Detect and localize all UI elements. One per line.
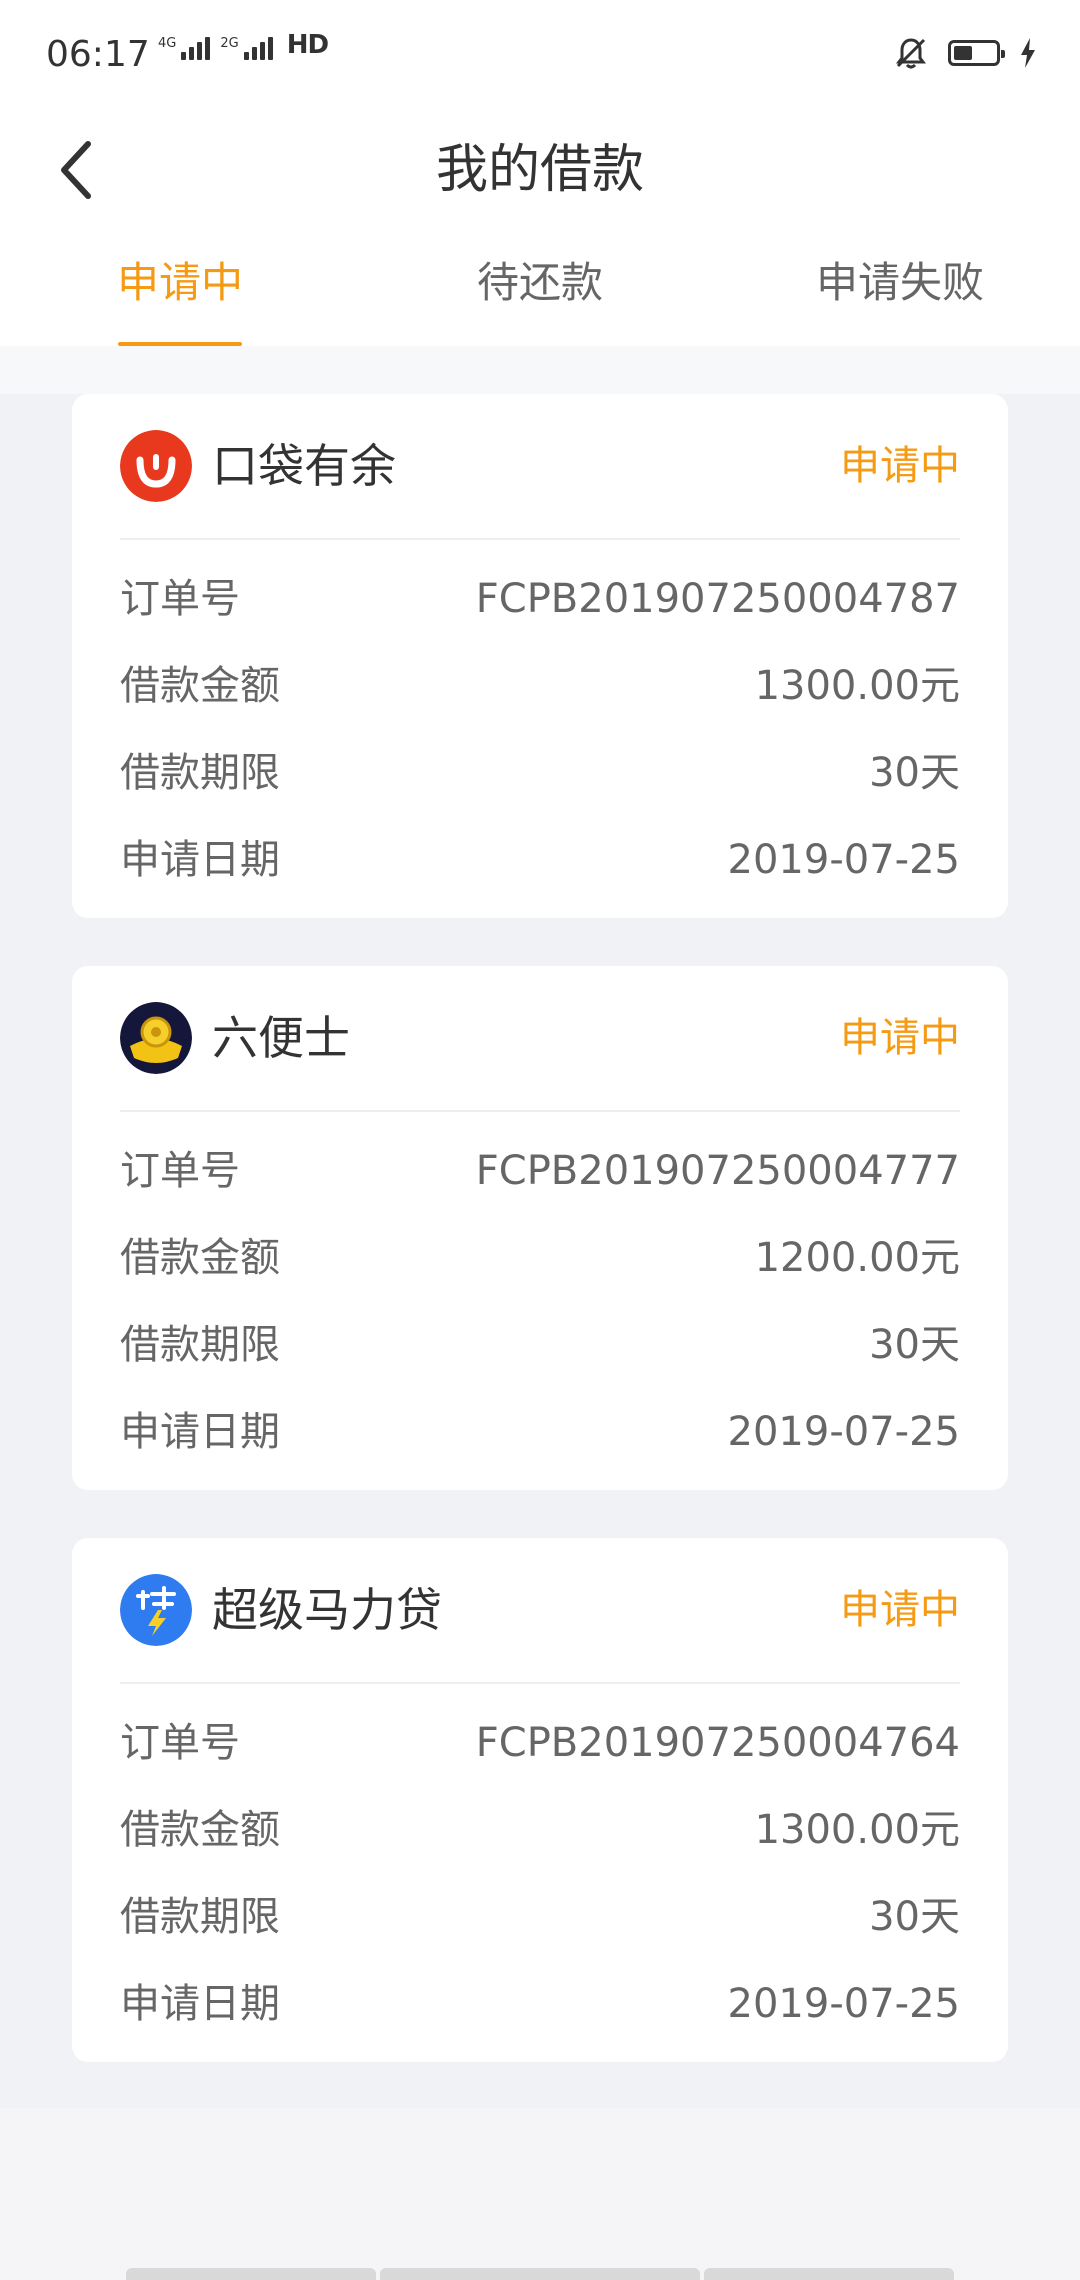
loan-card[interactable]: 口袋有余 申请中 订单号 FCPB201907250004787 借款金额 13… [72,394,1008,918]
loan-card-header: 超级马力贷 申请中 [120,1538,960,1684]
koudai-logo-icon [120,430,192,502]
loan-card[interactable]: 六便士 申请中 订单号 FCPB201907250004777 借款金额 120… [72,966,1008,1490]
status-badge: 申请中 [840,1015,960,1061]
signal-2g-icon: 2G [220,37,273,60]
bottom-bar-segment [380,2268,700,2280]
tab-applying[interactable]: 申请中 [60,230,300,346]
loan-amount-row: 借款金额 1300.00元 [120,663,960,709]
loan-term-row: 借款期限 30天 [120,750,960,796]
bottom-bar-segment [704,2268,954,2280]
order-number-row: 订单号 FCPB201907250004787 [120,576,960,622]
loan-list: 口袋有余 申请中 订单号 FCPB201907250004787 借款金额 13… [0,346,1080,2108]
loan-card-header: 口袋有余 申请中 [120,394,960,540]
bottom-bar-segment [126,2268,376,2280]
loan-card-header: 六便士 申请中 [120,966,960,1112]
loan-name: 六便士 [212,1011,350,1065]
apply-date-row: 申请日期 2019-07-25 [120,1981,960,2027]
dai-logo-icon [120,1574,192,1646]
hd-icon: HD [286,30,329,60]
status-bar: 06:17 4G 2G HD [0,0,1080,110]
bottom-area [0,2108,1080,2280]
loan-name: 超级马力贷 [212,1583,442,1637]
loan-amount-row: 借款金额 1300.00元 [120,1807,960,1853]
status-time: 06:17 [46,34,150,75]
coin-logo-icon [120,1002,192,1074]
app-header: 我的借款 [0,110,1080,230]
battery-icon [948,40,1005,66]
apply-date-row: 申请日期 2019-07-25 [120,1409,960,1455]
loan-amount-row: 借款金额 1200.00元 [120,1235,960,1281]
tab-application-failed[interactable]: 申请失败 [780,230,1020,346]
loan-card[interactable]: 超级马力贷 申请中 订单号 FCPB201907250004764 借款金额 1… [72,1538,1008,2062]
order-number-row: 订单号 FCPB201907250004764 [120,1720,960,1766]
loan-name: 口袋有余 [212,439,396,493]
apply-date-row: 申请日期 2019-07-25 [120,837,960,883]
tab-bar: 申请中 待还款 申请失败 [0,230,1080,346]
order-number-row: 订单号 FCPB201907250004777 [120,1148,960,1194]
loan-term-row: 借款期限 30天 [120,1322,960,1368]
signal-indicators: 4G 2G HD [158,30,329,60]
page-title: 我的借款 [435,140,644,200]
loan-term-row: 借款期限 30天 [120,1894,960,1940]
charging-icon [1021,38,1035,68]
signal-4g-icon: 4G [158,37,211,60]
status-badge: 申请中 [840,1587,960,1633]
bell-muted-icon [896,38,926,69]
tab-pending-repayment[interactable]: 待还款 [420,230,660,346]
status-badge: 申请中 [840,443,960,489]
